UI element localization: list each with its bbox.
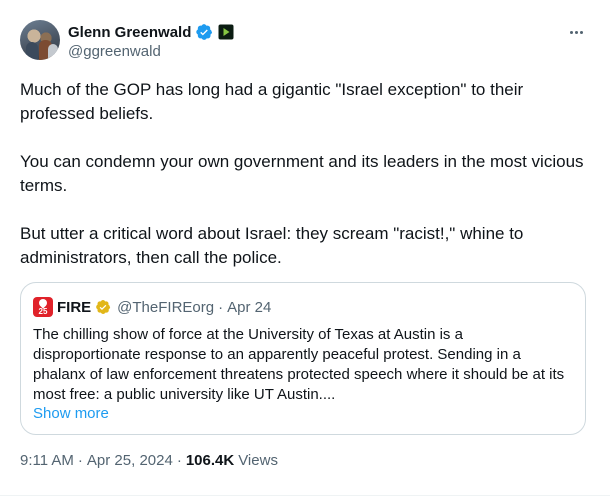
tweet-date[interactable]: Apr 25, 2024 (87, 452, 173, 469)
tweet-time[interactable]: 9:11 AM (20, 452, 74, 469)
rumble-badge-icon[interactable] (218, 24, 234, 40)
author-display-name[interactable]: Glenn Greenwald (68, 24, 191, 41)
author-name-row: Glenn Greenwald (68, 22, 234, 42)
gold-verified-check-icon (96, 300, 111, 314)
quoted-tweet-date[interactable]: Apr 24 (227, 299, 271, 316)
author-avatar[interactable] (20, 20, 60, 60)
tweet-meta: 9:11 AM · Apr 25, 2024 · 106.4K Views (20, 452, 278, 469)
verified-check-icon (196, 24, 213, 40)
quoted-author-handle[interactable]: @TheFIREorg (117, 299, 214, 316)
quoted-tweet-text: The chilling show of force at the Univer… (33, 326, 565, 403)
separator-dot: · (77, 452, 83, 469)
tweet-paragraph: But utter a critical word about Israel: … (20, 224, 524, 267)
separator-dot: · (176, 452, 182, 469)
separator-dot: · (218, 298, 224, 316)
author-handle[interactable]: @ggreenwald (68, 43, 161, 60)
tweet-text: Much of the GOP has long had a gigantic … (20, 78, 590, 270)
tweet-paragraph: You can condemn your own government and … (20, 152, 584, 195)
views-label: Views (238, 452, 278, 469)
fire-avatar[interactable]: 25 (33, 297, 53, 317)
quoted-tweet-header: 25 FIRE @TheFIREorg · Apr 24 (33, 297, 271, 317)
more-options-icon[interactable] (562, 22, 590, 42)
show-more-link[interactable]: Show more (33, 405, 109, 422)
views-count: 106.4K (185, 452, 235, 469)
tweet-card: Glenn Greenwald @ggreenwald Much of the … (0, 0, 610, 496)
quoted-author-name[interactable]: FIRE (57, 299, 91, 316)
quoted-tweet[interactable]: 25 FIRE @TheFIREorg · Apr 24 The chillin… (20, 282, 586, 435)
tweet-paragraph: Much of the GOP has long had a gigantic … (20, 80, 524, 123)
